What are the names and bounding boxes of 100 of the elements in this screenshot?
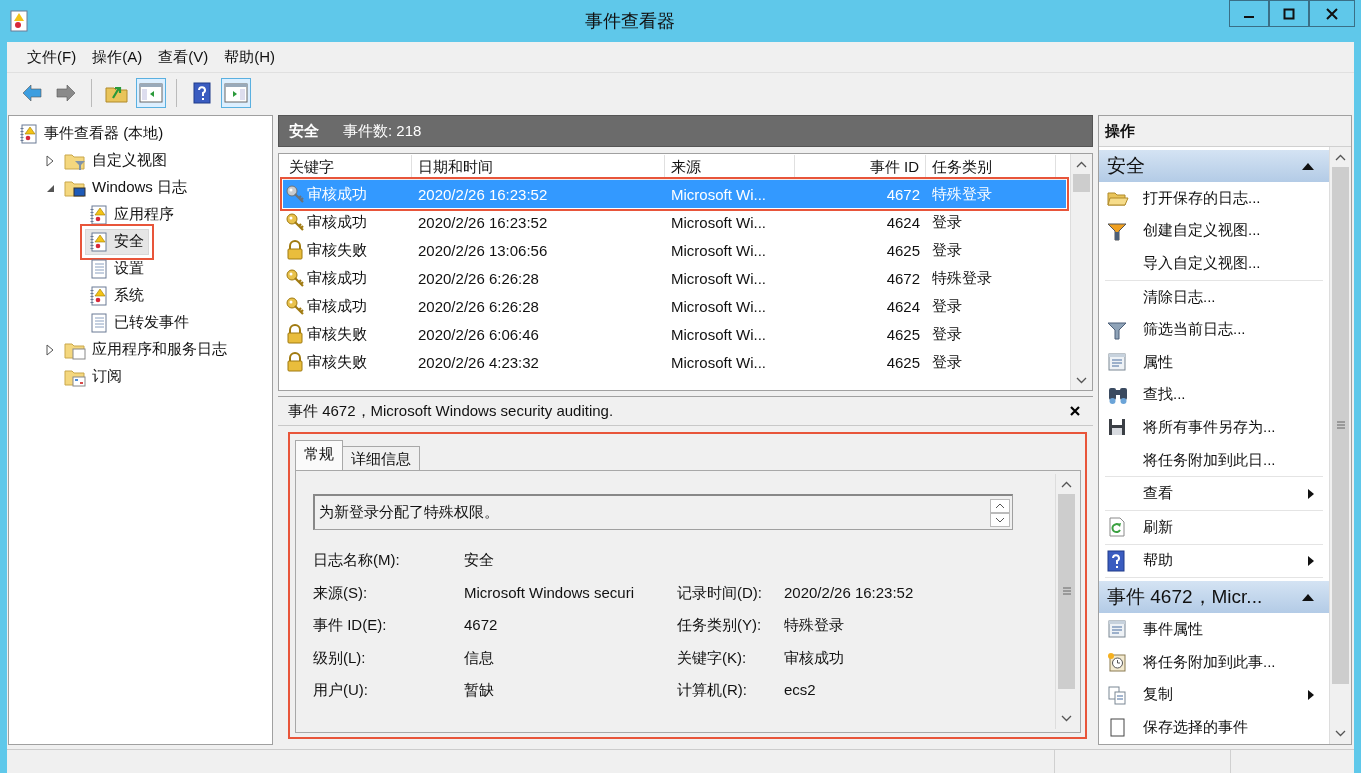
section-header[interactable]: 事件 4672，Micr... <box>1099 581 1329 614</box>
back-arrow-icon <box>21 82 43 104</box>
close-button[interactable] <box>1309 0 1355 27</box>
scroll-down-icon <box>990 512 1010 527</box>
tree-item[interactable]: 系统 <box>85 282 149 309</box>
action-item[interactable]: 查找... <box>1105 378 1323 412</box>
table-row[interactable]: 审核成功 2020/2/26 6:26:28 Microsoft Wi... 4624 登录 <box>283 292 1066 320</box>
help-icon <box>1107 549 1125 572</box>
action-item[interactable]: 属性 <box>1105 345 1323 379</box>
table-cell-text: 特殊登录 <box>931 268 993 288</box>
tree-item[interactable]: 应用程序和服务日志 <box>59 336 232 363</box>
scroll-thumb[interactable] <box>1332 167 1349 684</box>
event-log-icon <box>90 231 108 252</box>
field-value: ecs2 <box>784 680 817 700</box>
field-label: 来源(S): <box>313 582 369 603</box>
table-row[interactable]: 审核失败 2020/2/26 4:23:32 Microsoft Wi... 4625 登录 <box>283 348 1066 376</box>
table-cell-text: Microsoft Wi... <box>670 241 767 259</box>
menu-item[interactable]: 操作(A) <box>84 44 151 70</box>
tab[interactable]: 常规 <box>295 440 343 470</box>
scroll-down-icon <box>1061 715 1072 722</box>
table-row[interactable]: 审核失败 2020/2/26 13:06:56 Microsoft Wi... 4625 登录 <box>283 236 1066 264</box>
log-icon <box>90 258 108 279</box>
action-item[interactable]: 将任务附加到此事... <box>1105 645 1323 679</box>
scrollbar[interactable] <box>1055 474 1077 729</box>
key-icon <box>285 212 305 232</box>
table-row[interactable]: 审核成功 2020/2/26 6:26:28 Microsoft Wi... 4672 特殊登录 <box>283 264 1066 292</box>
tree-item[interactable]: 应用程序 <box>85 201 179 228</box>
description-text: 为新登录分配了特殊权限。 <box>319 503 499 522</box>
lock-icon <box>285 240 305 260</box>
event-log-icon <box>20 123 38 144</box>
minimize-icon <box>1244 16 1254 18</box>
table-cell-text: 2020/2/26 4:23:32 <box>417 353 540 371</box>
table-cell-text: Microsoft Wi... <box>670 353 767 371</box>
menu-item[interactable]: 文件(F) <box>19 44 85 70</box>
help-icon <box>193 82 211 104</box>
maximize-icon <box>1283 7 1295 20</box>
table-cell: 审核成功 <box>283 268 412 288</box>
scroll-up-icon <box>1061 480 1072 488</box>
table-cell-text: 4625 <box>885 241 921 259</box>
tree-item[interactable]: 自定义视图 <box>59 147 172 174</box>
tree-item[interactable]: 设置 <box>85 255 149 282</box>
scroll-thumb[interactable] <box>1073 174 1090 192</box>
event-count: 事件数: 218 <box>343 121 422 141</box>
table-cell-text: 登录 <box>931 296 963 316</box>
action-item[interactable]: 创建自定义视图... <box>1105 214 1323 248</box>
field-label: 关键字(K): <box>677 647 748 668</box>
scroll-grip-icon <box>1061 587 1072 596</box>
field-value: 特殊登录 <box>784 615 845 635</box>
lock-icon <box>285 352 305 372</box>
scrollbar[interactable] <box>1070 154 1092 390</box>
action-item[interactable]: 将任务附加到此日... <box>1105 443 1323 477</box>
field-label: 计算机(R): <box>677 680 748 700</box>
tree-item[interactable]: 已转发事件 <box>85 309 194 336</box>
table-cell: 审核失败 <box>283 324 412 344</box>
action-item[interactable]: 事件属性 <box>1105 613 1323 646</box>
properties-icon <box>1107 619 1127 640</box>
scroll-up-icon <box>990 498 1010 513</box>
properties-icon <box>1107 352 1127 373</box>
copy-icon <box>1107 684 1127 705</box>
table-row[interactable]: 审核成功 2020/2/26 16:23:52 Microsoft Wi... 4624 登录 <box>283 208 1066 236</box>
tree-item[interactable]: Windows 日志 <box>59 174 193 201</box>
refresh-icon <box>1107 517 1127 538</box>
table-cell-text: 2020/2/26 6:06:46 <box>417 325 540 343</box>
scroll-thumb[interactable] <box>1058 494 1075 689</box>
table-cell-text: 4624 <box>885 297 921 315</box>
table-cell-text: 2020/2/26 6:26:28 <box>417 297 540 315</box>
table-cell: 审核成功 <box>283 212 412 232</box>
key-icon <box>285 296 305 316</box>
action-item[interactable]: 打开保存的日志... <box>1105 182 1323 215</box>
menu-item[interactable]: 帮助(H) <box>216 44 283 70</box>
action-item[interactable]: 将所有事件另存为... <box>1105 411 1323 444</box>
table-cell: 审核失败 <box>283 352 412 372</box>
scroll-up-icon <box>1076 160 1087 168</box>
action-item[interactable]: 筛选当前日志... <box>1105 313 1323 346</box>
field-value: 4672 <box>464 615 499 635</box>
tree-item[interactable]: 订阅 <box>59 363 127 390</box>
field-label: 日志名称(M): <box>313 550 401 570</box>
action-item[interactable]: 帮助 <box>1105 544 1323 578</box>
table-cell-text: 4625 <box>885 353 921 371</box>
scrollbar[interactable] <box>1329 147 1351 744</box>
action-item[interactable]: 清除日志... <box>1105 280 1323 314</box>
action-item[interactable]: 保存选择的事件 <box>1105 710 1323 744</box>
field-label: 事件 ID(E): <box>313 615 388 635</box>
field-label: 任务类别(Y): <box>677 615 763 635</box>
action-item[interactable]: 查看 <box>1105 477 1323 510</box>
action-item[interactable]: 刷新 <box>1105 510 1323 544</box>
maximize-button[interactable] <box>1269 0 1309 27</box>
table-cell-text: 2020/2/26 16:23:52 <box>417 185 549 203</box>
field-label: 记录时间(D): <box>677 582 763 603</box>
action-item[interactable]: 复制 <box>1105 678 1323 711</box>
tree-item[interactable]: 事件查看器 (本地) <box>15 120 169 147</box>
scroll-grip-icon <box>1335 421 1346 430</box>
table-row[interactable]: 审核失败 2020/2/26 6:06:46 Microsoft Wi... 4625 登录 <box>283 320 1066 348</box>
section-title: 安全 <box>1107 154 1145 178</box>
action-item[interactable]: 导入自定义视图... <box>1105 247 1323 280</box>
tab[interactable]: 详细信息 <box>342 446 420 470</box>
section-header[interactable]: 安全 <box>1099 150 1329 182</box>
table-cell-text: Microsoft Wi... <box>670 297 767 315</box>
event-log-icon <box>90 204 108 225</box>
menu-item[interactable]: 查看(V) <box>150 44 217 70</box>
